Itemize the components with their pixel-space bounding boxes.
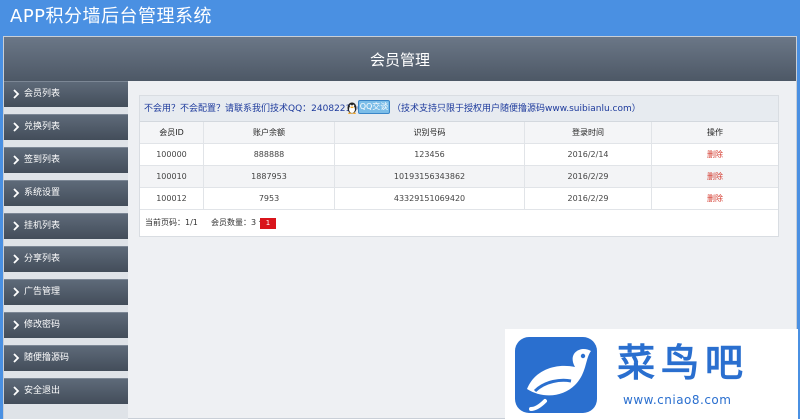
chevron-right-icon (13, 89, 20, 99)
sidebar-item-idle-list[interactable]: 挂机列表 (4, 213, 128, 239)
bird-logo-icon (515, 337, 597, 413)
sidebar-item-label: 会员列表 (24, 89, 61, 99)
sidebar-item-change-password[interactable]: 修改密码 (4, 312, 128, 338)
column-header: 操作 (707, 128, 723, 137)
column-header: 会员ID (140, 122, 204, 144)
top-bar: APP积分墙后台管理系统 (0, 0, 800, 36)
app-title: APP积分墙后台管理系统 (10, 6, 213, 27)
member-id: 100010 (140, 166, 204, 188)
sidebar-item-label: 分享列表 (24, 254, 61, 264)
sidebar-item-source-code[interactable]: 随便撸源码 (4, 345, 128, 371)
pagination: 当前页码：1/1 会员数量：3 个 1 (145, 217, 276, 229)
page-button-current[interactable]: 1 (260, 218, 276, 229)
identification-code: 123456 (335, 144, 525, 166)
member-id: 100000 (140, 144, 204, 166)
sidebar-item-label: 随便撸源码 (24, 353, 70, 363)
sidebar-item-label: 签到列表 (24, 155, 61, 165)
login-time: 2016/2/14 (525, 144, 652, 166)
sidebar: 会员列表 兑换列表 签到列表 系统设置 挂机列表 分享列表 广告管理 修改密码 (4, 81, 128, 419)
sidebar-item-label: 修改密码 (24, 320, 61, 330)
page-title: 会员管理 (369, 51, 430, 69)
page-info: 当前页码：1/1 (145, 218, 198, 227)
sidebar-item-system-settings[interactable]: 系统设置 (4, 180, 128, 206)
notice-text-before: 不会用？不会配置？请联系我们技术QQ：2408221403 (144, 104, 369, 114)
action-cell: 删除 (652, 166, 778, 188)
column-header: 登录时间 (525, 122, 652, 144)
identification-code: 43329151069420 (335, 188, 525, 210)
sidebar-item-ad-management[interactable]: 广告管理 (4, 279, 128, 305)
table-row: 100012 7953 43329151069420 2016/2/29 删除 (140, 188, 778, 210)
sidebar-item-logout[interactable]: 安全退出 (4, 378, 128, 404)
delete-link[interactable]: 删除 (707, 194, 723, 203)
watermark-url: www.cniao8.com (623, 393, 732, 407)
column-header: 账户余额 (204, 122, 335, 144)
table-header-row: 会员ID 账户余额 识别号码 登录时间 操作 (140, 122, 778, 144)
account-balance: 888888 (204, 144, 335, 166)
chevron-right-icon (13, 155, 20, 165)
sidebar-item-label: 系统设置 (24, 188, 61, 198)
watermark-brand: 菜鸟吧 (617, 340, 750, 385)
sidebar-item-member-list[interactable]: 会员列表 (4, 81, 128, 107)
delete-link[interactable]: 删除 (707, 150, 723, 159)
sidebar-item-label: 兑换列表 (24, 122, 61, 132)
account-balance: 1887953 (204, 166, 335, 188)
support-notice: 不会用？不会配置？请联系我们技术QQ：2408221403 QQ交谈 （技术支持… (140, 96, 778, 122)
column-header: 识别号码 (335, 122, 525, 144)
chevron-right-icon (13, 254, 20, 264)
sidebar-item-exchange-list[interactable]: 兑换列表 (4, 114, 128, 140)
sidebar-item-label: 安全退出 (24, 386, 61, 396)
page-header: 会员管理 (4, 37, 796, 81)
member-count: 会员数量：3 个 (210, 218, 267, 227)
chevron-right-icon (13, 287, 20, 297)
chevron-right-icon (13, 320, 20, 330)
member-panel: 不会用？不会配置？请联系我们技术QQ：2408221403 QQ交谈 （技术支持… (139, 95, 779, 237)
chevron-right-icon (13, 353, 20, 363)
action-cell: 删除 (652, 188, 778, 210)
table-row: 100010 1887953 10193156343862 2016/2/29 … (140, 166, 778, 188)
notice-text-after: （技术支持只限于授权用户随便撸源码www.suibianlu.com） (392, 104, 641, 114)
login-time: 2016/2/29 (525, 188, 652, 210)
qq-chat-button[interactable]: QQ交谈 (346, 100, 390, 115)
chevron-right-icon (13, 122, 20, 132)
qq-chat-label: QQ交谈 (358, 100, 390, 114)
member-id: 100012 (140, 188, 204, 210)
sidebar-item-checkin-list[interactable]: 签到列表 (4, 147, 128, 173)
chevron-right-icon (13, 188, 20, 198)
login-time: 2016/2/29 (525, 166, 652, 188)
watermark-logo: 菜鸟吧 www.cniao8.com (505, 329, 798, 419)
qq-penguin-icon (347, 102, 357, 114)
account-balance: 7953 (204, 188, 335, 210)
identification-code: 10193156343862 (335, 166, 525, 188)
chevron-right-icon (13, 386, 20, 396)
sidebar-item-label: 广告管理 (24, 287, 61, 297)
table-row: 100000 888888 123456 2016/2/14 删除 (140, 144, 778, 166)
delete-link[interactable]: 删除 (707, 172, 723, 181)
action-cell: 删除 (652, 144, 778, 166)
sidebar-item-share-list[interactable]: 分享列表 (4, 246, 128, 272)
sidebar-item-label: 挂机列表 (24, 221, 61, 231)
chevron-right-icon (13, 221, 20, 231)
